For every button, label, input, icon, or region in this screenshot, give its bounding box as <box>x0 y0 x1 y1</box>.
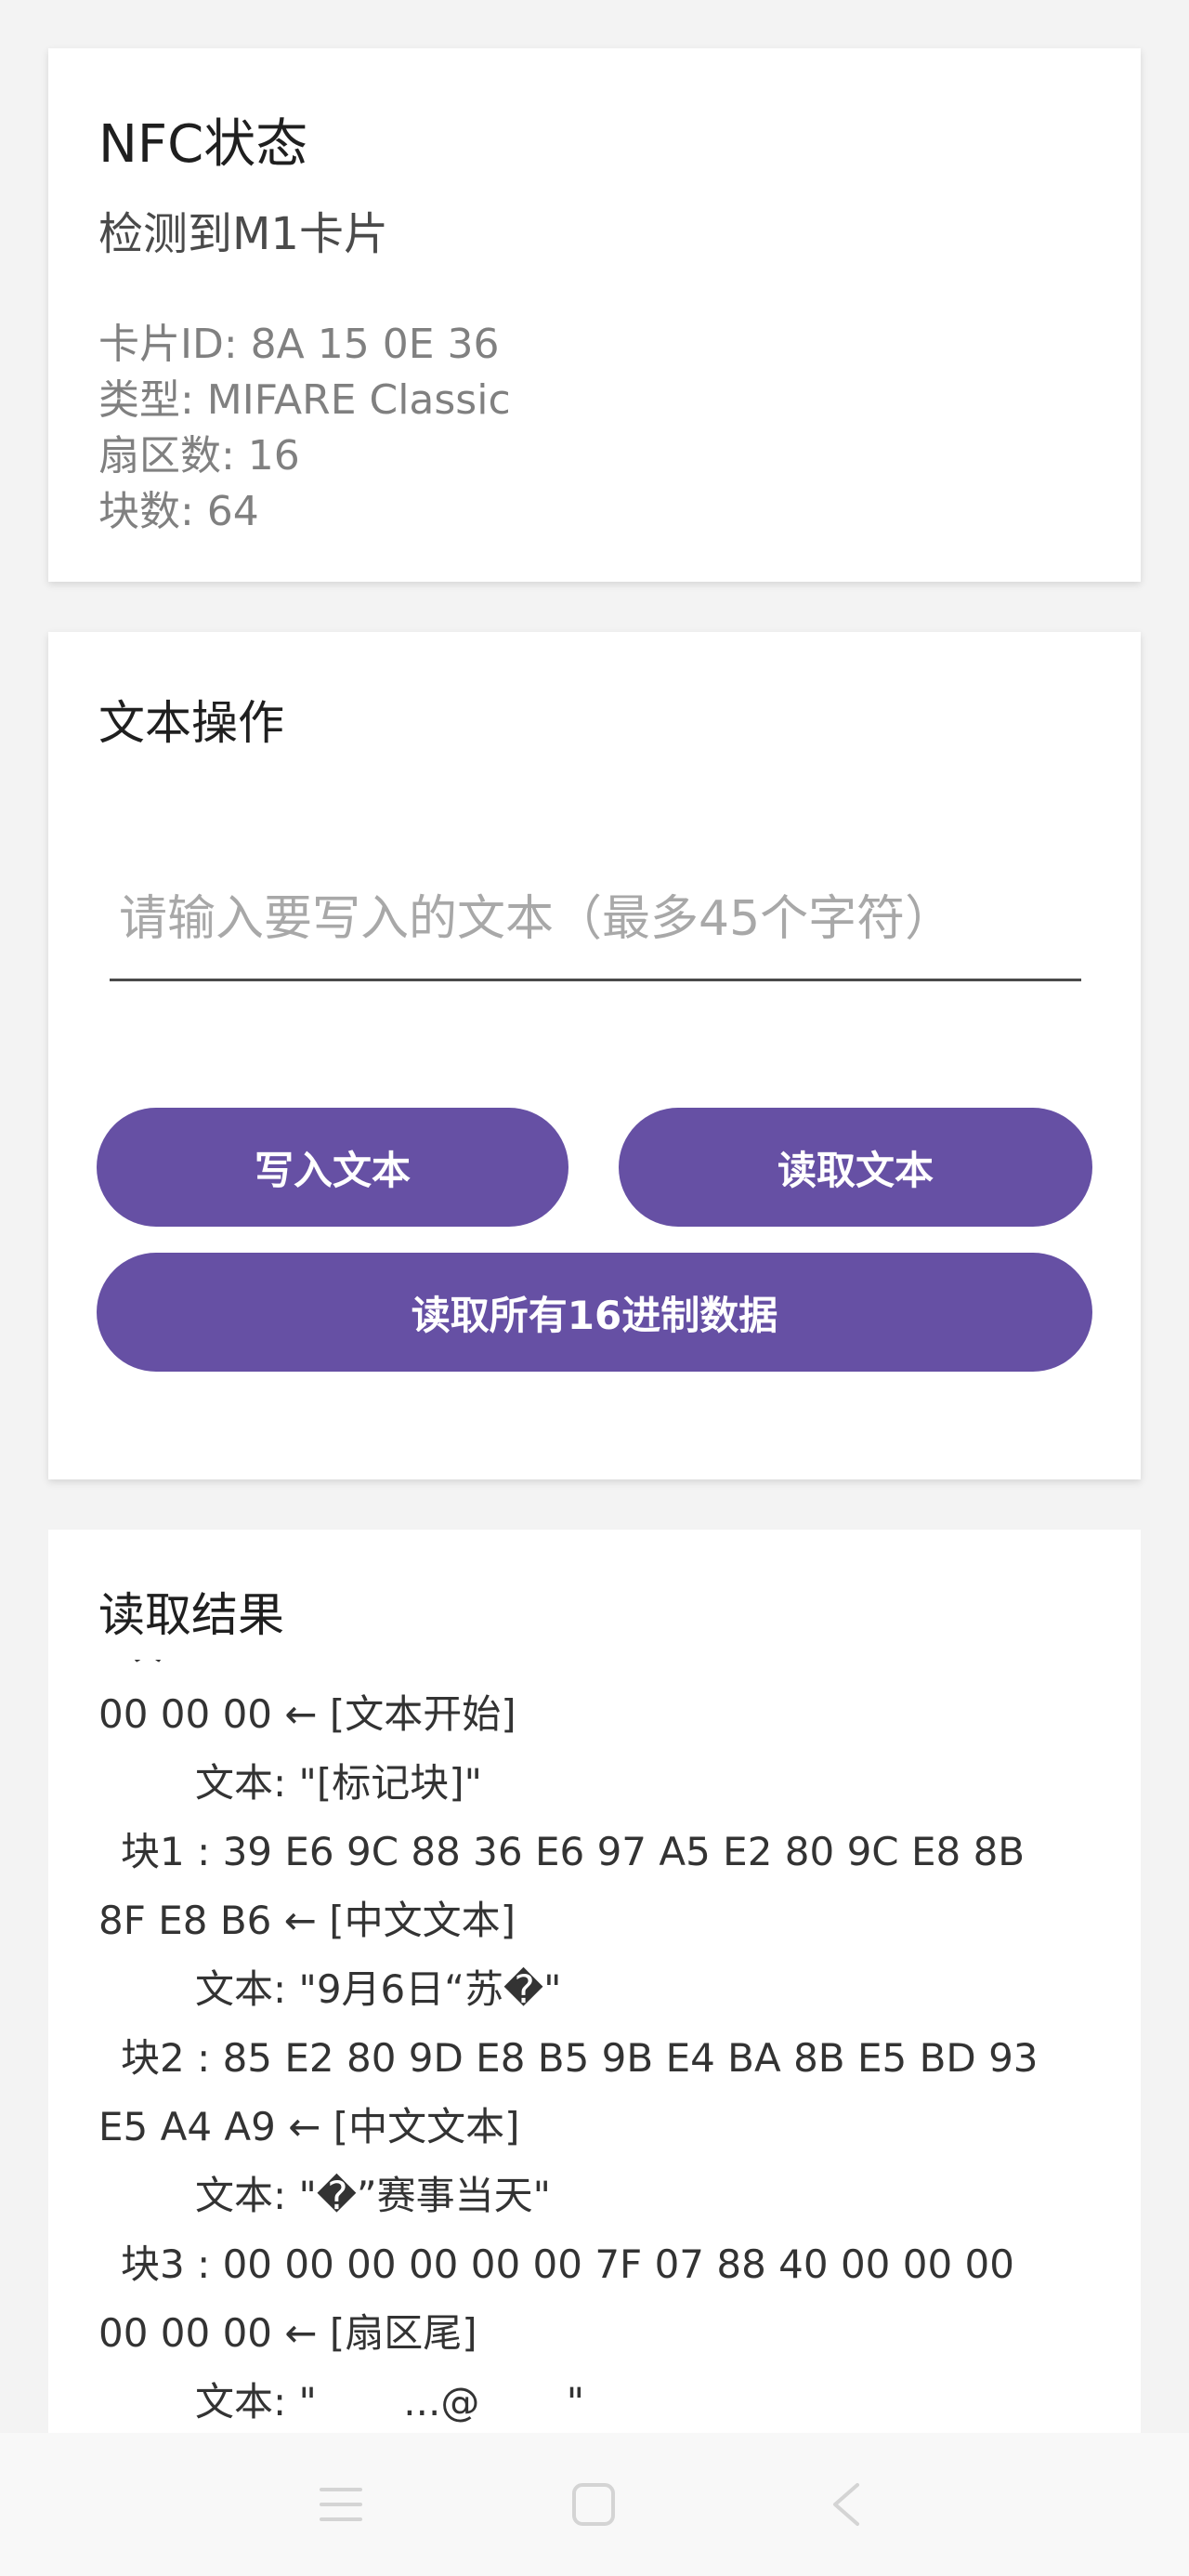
read-result-title: 读取结果 <box>98 1588 284 1642</box>
sector-count-text: 扇区数: 16 <box>98 432 300 480</box>
result-line: E5 A4 A9 ← [中文文本] <box>98 2104 520 2149</box>
result-line: 块0 : AA 00 00 00 00 00 00 00 00 00 00 00… <box>98 1660 1102 1680</box>
result-line: 8F E8 B6 ← [中文文本] <box>98 1898 516 1943</box>
read-text-button[interactable]: 读取文本 <box>619 1108 1092 1227</box>
text-operation-card: 文本操作 写入文本 读取文本 读取所有16进制数据 <box>48 632 1141 1479</box>
nfc-status-message: 检测到M1卡片 <box>98 208 388 260</box>
result-line: 块2 : 85 E2 80 9D E8 B5 9B E4 BA 8B E5 BD… <box>121 2035 1039 2081</box>
result-line: 文本: "9月6日“苏�" <box>195 1966 562 2012</box>
text-input-field[interactable] <box>110 859 1081 981</box>
read-all-hex-button[interactable]: 读取所有16进制数据 <box>97 1253 1092 1372</box>
result-line: 00 00 00 ← [扇区尾] <box>98 2310 477 2356</box>
result-line: 文本: "[标记块]" <box>195 1760 482 1806</box>
nfc-status-card: NFC状态 检测到M1卡片 卡片ID: 8A 15 0E 36 类型: MIFA… <box>48 48 1141 582</box>
read-result-card: 读取结果 块0 : AA 00 00 00 00 00 00 00 00 00 … <box>48 1530 1141 2576</box>
result-line: 文本: "�”赛事当天" <box>195 2173 551 2218</box>
result-line: 块3 : 00 00 00 00 00 00 7F 07 88 40 00 00… <box>121 2241 1014 2287</box>
result-line: 00 00 00 ← [文本开始] <box>98 1691 516 1737</box>
result-line: 文本: " ...@ " <box>195 2379 585 2425</box>
card-type-text: 类型: MIFARE Classic <box>98 376 511 424</box>
menu-icon[interactable] <box>308 2472 373 2537</box>
result-line: 块1 : 39 E6 9C 88 36 E6 97 A5 E2 80 9C E8… <box>121 1829 1026 1874</box>
system-nav-bar <box>0 2433 1189 2576</box>
text-operation-title: 文本操作 <box>98 696 284 750</box>
back-icon[interactable] <box>814 2472 879 2537</box>
write-text-button[interactable]: 写入文本 <box>97 1108 568 1227</box>
card-id-text: 卡片ID: 8A 15 0E 36 <box>98 321 500 368</box>
home-icon[interactable] <box>561 2472 626 2537</box>
result-lines: 块0 : AA 00 00 00 00 00 00 00 00 00 00 00… <box>98 1660 1102 2437</box>
nfc-status-title: NFC状态 <box>98 114 308 175</box>
block-count-text: 块数: 64 <box>98 488 259 535</box>
